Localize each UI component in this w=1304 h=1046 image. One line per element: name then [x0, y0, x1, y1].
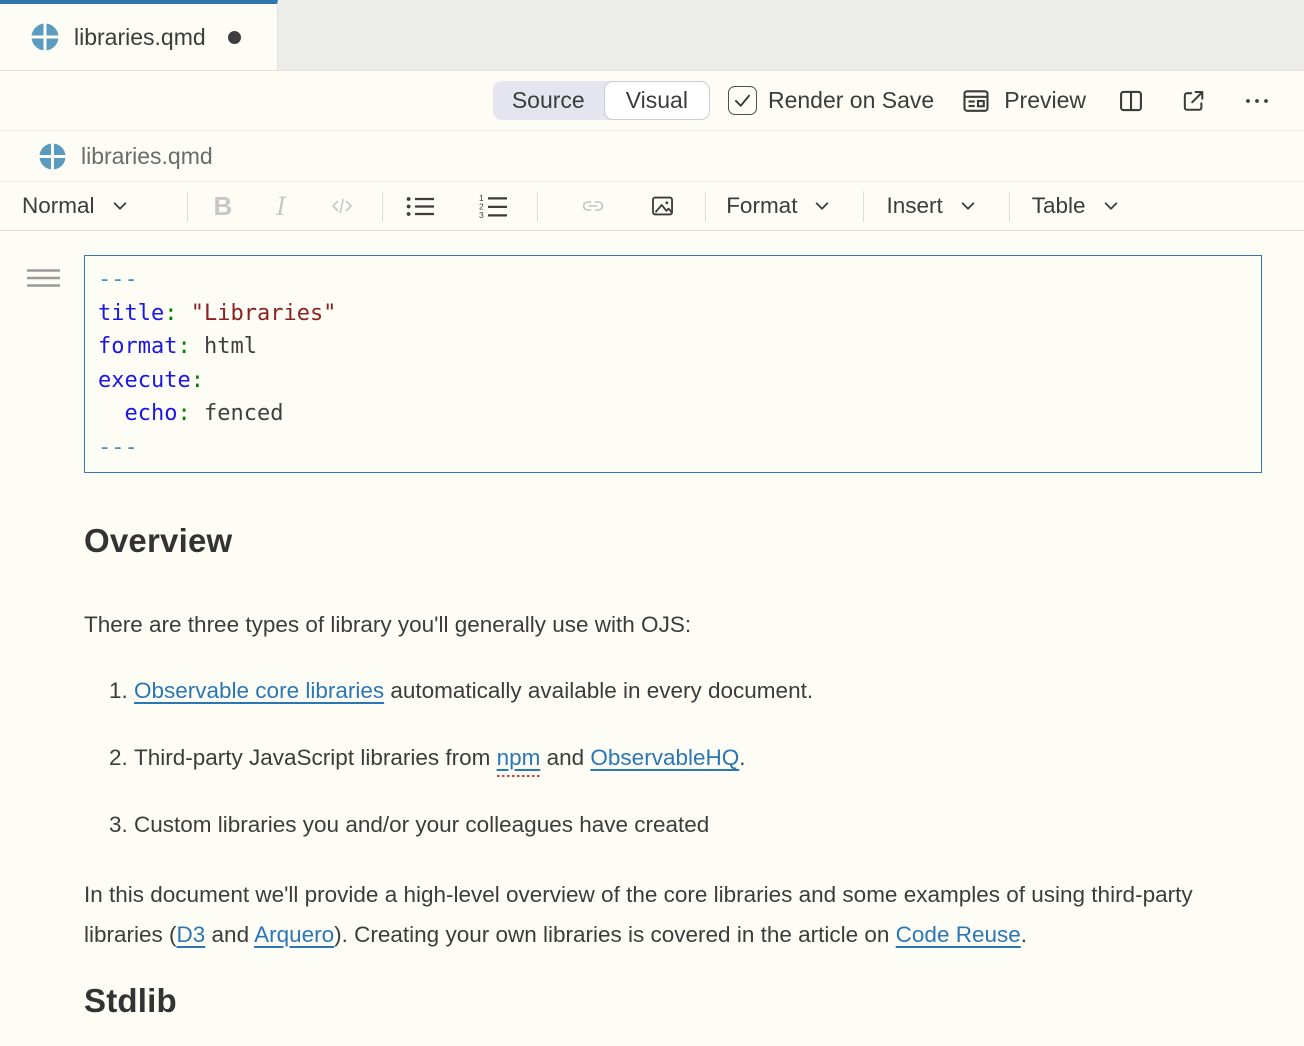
breadcrumb-filename[interactable]: libraries.qmd: [81, 143, 213, 170]
paragraph-style-selector[interactable]: Normal: [22, 193, 129, 219]
format-menu-label: Format: [726, 193, 797, 219]
doc-link[interactable]: Arquero: [254, 922, 334, 947]
open-external-button[interactable]: [1180, 87, 1207, 114]
svg-text:3: 3: [479, 210, 484, 220]
bold-icon: B: [214, 191, 233, 222]
code-icon: [328, 194, 356, 218]
intro-paragraph: There are three types of library you'll …: [84, 605, 1244, 645]
list-item: Third-party JavaScript libraries from np…: [134, 738, 1204, 778]
chevron-down-icon: [1102, 197, 1120, 215]
tab-title: libraries.qmd: [74, 24, 206, 51]
quarto-icon: [38, 142, 67, 171]
preview-button[interactable]: Preview: [961, 86, 1086, 116]
quarto-icon: [30, 22, 60, 52]
link-button[interactable]: [578, 193, 608, 219]
divider: [705, 191, 706, 222]
tab-bar: libraries.qmd: [0, 0, 1304, 71]
yaml-line: ---: [98, 431, 1248, 465]
table-menu-label: Table: [1032, 193, 1086, 219]
editor-mode-toggle: Source Visual: [493, 81, 710, 120]
chevron-down-icon: [813, 197, 831, 215]
preview-label: Preview: [1004, 87, 1086, 114]
tab-libraries-qmd[interactable]: libraries.qmd: [0, 0, 278, 70]
format-toolbar: Normal B I 123 Format Insert Table: [0, 182, 1304, 231]
doc-link[interactable]: D3: [177, 922, 206, 947]
split-view-icon: [1117, 87, 1145, 115]
library-types-list: Observable core libraries automatically …: [84, 671, 1204, 845]
code-button[interactable]: [328, 194, 356, 218]
doc-link[interactable]: Observable core libraries: [134, 678, 384, 703]
yaml-line: ---: [98, 263, 1248, 297]
preview-icon: [961, 86, 991, 116]
breadcrumb: libraries.qmd: [0, 131, 1304, 182]
external-link-icon: [1180, 87, 1207, 114]
italic-icon: I: [276, 192, 286, 221]
format-menu[interactable]: Format: [726, 193, 831, 219]
paragraph-style-label: Normal: [22, 193, 95, 219]
yaml-line: echo: fenced: [98, 397, 1248, 431]
doc-link[interactable]: npm: [497, 745, 541, 770]
insert-menu-label: Insert: [886, 193, 942, 219]
split-editor-button[interactable]: [1117, 87, 1145, 115]
render-on-save-checkbox[interactable]: [728, 86, 757, 115]
table-menu[interactable]: Table: [1032, 193, 1120, 219]
render-on-save-label: Render on Save: [768, 87, 934, 114]
divider: [863, 191, 864, 222]
section-heading-overview: Overview: [84, 519, 1262, 563]
bullet-list-icon: [405, 194, 436, 219]
link-icon: [578, 193, 608, 219]
render-on-save-toggle[interactable]: Render on Save: [728, 86, 934, 115]
document-body: --- title: "Libraries" format: html exec…: [0, 255, 1304, 1023]
editor-toolbar: Source Visual Render on Save Preview: [0, 71, 1304, 131]
divider: [1009, 191, 1010, 222]
divider: [187, 191, 188, 222]
divider: [537, 191, 538, 222]
ordered-list-icon: 123: [478, 193, 509, 220]
section-heading-stdlib: Stdlib: [84, 979, 1262, 1023]
visual-mode-button[interactable]: Visual: [604, 81, 710, 120]
divider: [382, 191, 383, 222]
doc-link[interactable]: Code Reuse: [896, 922, 1021, 947]
italic-button[interactable]: I: [276, 192, 286, 221]
image-button[interactable]: [648, 193, 677, 219]
ordered-list-button[interactable]: 123: [478, 193, 509, 220]
insert-menu[interactable]: Insert: [886, 193, 976, 219]
yaml-line: format: html: [98, 330, 1248, 364]
more-options-button[interactable]: [1242, 89, 1272, 113]
image-icon: [648, 193, 677, 219]
yaml-line: execute:: [98, 364, 1248, 398]
unsaved-indicator-dot: [228, 31, 241, 44]
closing-paragraph: In this document we'll provide a high-le…: [84, 875, 1234, 955]
block-drag-handle-icon[interactable]: [27, 267, 61, 301]
bullet-list-button[interactable]: [405, 194, 436, 219]
bold-button[interactable]: B: [214, 191, 233, 222]
chevron-down-icon: [111, 197, 129, 215]
yaml-line: title: "Libraries": [98, 297, 1248, 331]
ellipsis-icon: [1242, 89, 1272, 113]
list-item: Observable core libraries automatically …: [134, 671, 1204, 711]
doc-link[interactable]: ObservableHQ: [590, 745, 739, 770]
yaml-front-matter-block[interactable]: --- title: "Libraries" format: html exec…: [84, 255, 1262, 473]
source-mode-button[interactable]: Source: [493, 81, 604, 120]
list-item: Custom libraries you and/or your colleag…: [134, 805, 1204, 845]
chevron-down-icon: [959, 197, 977, 215]
